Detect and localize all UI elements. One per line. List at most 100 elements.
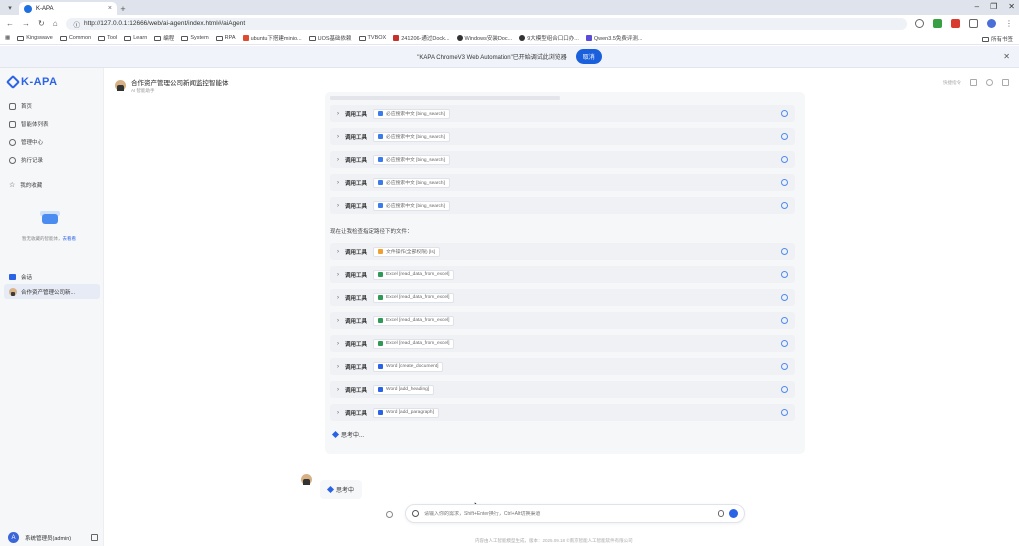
star-icon[interactable] [915,19,924,28]
new-tab-icon[interactable]: + [117,2,129,15]
cancel-debug-button[interactable]: 取消 [575,49,602,64]
tool-chip: 必应搜索中文 [bing_search] [373,177,450,188]
attachment-icon[interactable] [412,510,419,517]
check-circle-icon [781,110,788,117]
extension-red-icon[interactable] [951,19,960,28]
sidebar-item-home[interactable]: 首页 [9,102,32,110]
sidebar-item-agent-list[interactable]: 智能体列表 [9,120,49,128]
monitor-icon[interactable] [1002,79,1009,86]
clear-history-icon[interactable] [386,511,393,518]
microphone-icon[interactable] [718,510,724,517]
restore-icon[interactable]: ❐ [990,2,997,11]
tool-call-row[interactable]: › 调用工具 必应搜索中文 [bing_search] [330,105,795,122]
excel-icon [378,318,384,323]
favorites-empty-text: 暂无收藏的智能体，去看看 [22,236,77,241]
minimize-icon[interactable]: – [975,2,979,11]
tool-chip: 必应搜索中文 [bing_search] [373,131,450,142]
sidebar: K-APA 首页 智能体列表 管理中心 执行记录 ☆ 我的收藏 暂无收藏的智能体，… [0,68,104,546]
chevron-right-icon: › [337,363,339,370]
tool-chip: 必应搜索中文 [bing_search] [373,154,450,165]
browse-agents-link[interactable]: 去看看 [63,236,77,241]
check-circle-icon [781,156,788,163]
tool-call-row[interactable]: › 调用工具 Excel [read_data_from_excel] [330,312,795,329]
bookmark-item[interactable]: 编程 [154,34,174,42]
tool-call-row[interactable]: › 调用工具 必应搜索中文 [bing_search] [330,128,795,145]
tab-title: K-APA [36,5,54,12]
bookmark-item[interactable]: ubuntu下搭建minio... [242,34,302,42]
bookmark-item[interactable]: Kingswave [17,35,53,41]
site-info-icon[interactable]: ⓘ [74,19,81,29]
bookmark-item[interactable]: System [181,35,209,41]
bookmark-item[interactable]: RPA [215,35,236,41]
bookmark-item[interactable]: Learn [124,35,147,41]
user-avatar[interactable]: A [8,532,19,543]
site-favicon-icon [393,35,400,41]
bookmark-item[interactable]: 9大模型组合口口办... [519,34,579,42]
session-item-active[interactable]: 合作资产管理公司新... [4,284,100,299]
bing-icon [378,157,384,162]
close-infobar-icon[interactable]: ✕ [1003,52,1010,61]
tool-call-row[interactable]: › 调用工具 Word [add_paragraph] [330,404,795,421]
check-circle-icon [781,271,788,278]
close-tab-icon[interactable]: × [108,5,112,12]
settings-icon[interactable] [986,79,993,86]
panel-icon[interactable] [970,79,977,86]
profile-icon[interactable] [987,19,996,28]
tool-call-row[interactable]: › 调用工具 Word [add_heading] [330,381,795,398]
bookmark-item[interactable]: Tool [98,35,117,41]
tool-call-row[interactable]: › 调用工具 必应搜索中文 [bing_search] [330,197,795,214]
all-bookmarks[interactable]: 所有书签 [981,35,1013,43]
sessions-title: 会话 [9,273,32,281]
url-field[interactable]: ⓘ http://127.0.0.1:12666/web/ai-agent/in… [65,17,907,30]
folder-icon [154,35,162,41]
check-circle-icon [781,340,788,347]
sidebar-favorites-title[interactable]: ☆ 我的收藏 [9,181,42,189]
extensions-puzzle-icon[interactable] [969,19,978,28]
bookmark-item[interactable]: TVBOX [358,35,386,41]
tab-menu-icon[interactable]: ▾ [3,1,17,14]
bookmark-item[interactable]: Qwen3.5免费评测... [585,34,642,42]
bookmarks-bar: ▦ Kingswave Common Tool Learn 编程 System … [0,32,1019,45]
bookmark-item[interactable]: Common [59,35,91,41]
extension-green-icon[interactable] [933,19,942,28]
reload-icon[interactable]: ↻ [38,19,45,28]
word-icon [378,387,384,392]
tool-call-row[interactable]: › 调用工具 文件操作(全部权限) [ls] [330,243,795,260]
agent-avatar [9,287,17,296]
back-icon[interactable]: ← [6,19,14,28]
tool-call-row[interactable]: › 调用工具 Excel [read_data_from_excel] [330,289,795,306]
chevron-right-icon: › [337,340,339,347]
logout-icon[interactable] [91,534,98,541]
home-icon [9,102,16,110]
tool-chip: 必应搜索中文 [bing_search] [373,200,450,211]
check-circle-icon [781,363,788,370]
check-circle-icon [781,133,788,140]
sidebar-item-history[interactable]: 执行记录 [9,156,43,164]
close-window-icon[interactable]: ✕ [1008,2,1015,11]
bookmark-item[interactable]: Windows安装Doc... [456,34,512,42]
browser-tab[interactable]: K-APA × [19,2,117,15]
tool-call-row[interactable]: › 调用工具 必应搜索中文 [bing_search] [330,174,795,191]
tool-call-row[interactable]: › 调用工具 Excel [read_data_from_excel] [330,266,795,283]
forward-icon[interactable]: → [22,19,30,28]
bookmark-item[interactable]: UOS基础依赖 [308,34,352,42]
user-name: 系统管理员(admin) [25,535,72,542]
browser-menu-icon[interactable]: ⋮ [1005,19,1013,28]
tool-call-row[interactable]: › 调用工具 必应搜索中文 [bing_search] [330,151,795,168]
excel-icon [378,341,384,346]
quick-command-button[interactable]: 快捷指令 [943,80,961,86]
sidebar-item-management[interactable]: 管理中心 [9,138,43,146]
tool-call-row[interactable]: › 调用工具 Excel [read_data_from_excel] [330,335,795,352]
word-icon [378,410,384,415]
gear-icon [9,138,16,146]
tool-chip: Word [add_heading] [373,384,435,395]
apps-grid-icon[interactable]: ▦ [5,35,10,41]
chevron-right-icon: › [337,317,339,324]
home-nav-icon[interactable]: ⌂ [53,19,58,28]
bookmark-item[interactable]: 241206-通过Dock... [393,34,450,42]
send-button[interactable] [729,509,738,518]
chat-input[interactable] [424,510,713,517]
tool-chip: 文件操作(全部权限) [ls] [373,246,441,257]
bing-icon [378,180,384,185]
tool-call-row[interactable]: › 调用工具 Word [create_document] [330,358,795,375]
